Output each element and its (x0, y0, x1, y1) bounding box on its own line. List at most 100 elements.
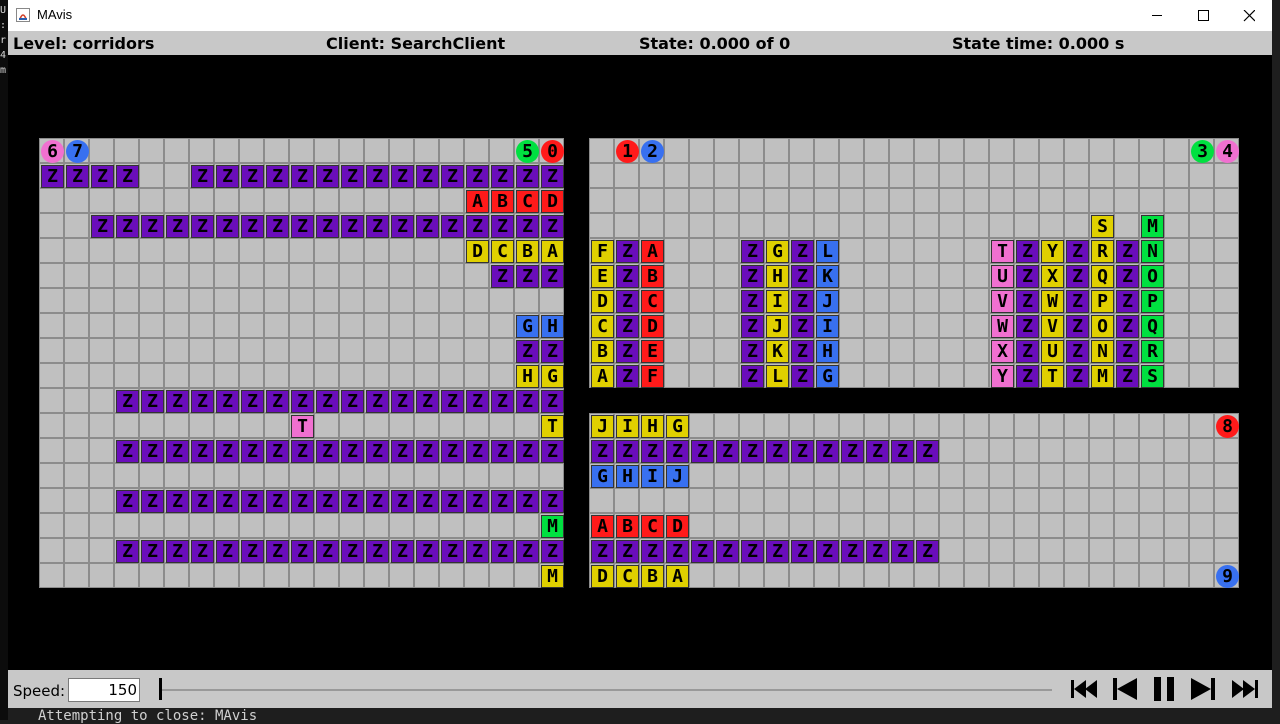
floor-cell (689, 488, 714, 513)
box-z: Z (366, 215, 389, 238)
floor-cell (964, 538, 989, 563)
step-forward-button[interactable] (1188, 674, 1222, 704)
maximize-button[interactable] (1180, 0, 1226, 31)
floor-cell: Z (264, 213, 289, 238)
speed-input[interactable]: 150 (68, 678, 140, 702)
skip-to-start-button[interactable] (1068, 674, 1102, 704)
floor-cell: Z (739, 338, 764, 363)
floor-cell (514, 513, 539, 538)
floor-cell (189, 363, 214, 388)
floor-cell (214, 288, 239, 313)
floor-cell (264, 513, 289, 538)
floor-cell: Z (314, 163, 339, 188)
floor-cell (139, 238, 164, 263)
floor-cell (464, 513, 489, 538)
title-bar[interactable]: MAvis (8, 0, 1272, 31)
floor-cell (789, 563, 814, 588)
floor-cell (1089, 138, 1114, 163)
floor-cell (1164, 238, 1189, 263)
floor-cell (889, 338, 914, 363)
floor-cell (364, 238, 389, 263)
box-h: H (541, 315, 564, 338)
floor-cell (939, 213, 964, 238)
floor-cell (889, 363, 914, 388)
floor-cell (214, 338, 239, 363)
floor-cell (1214, 313, 1239, 338)
floor-cell (1089, 413, 1114, 438)
wall-cell (564, 163, 589, 188)
floor-cell (439, 363, 464, 388)
floor-cell: Z (739, 438, 764, 463)
box-b: B (641, 565, 664, 588)
box-z: Z (741, 315, 764, 338)
pause-button[interactable] (1148, 674, 1182, 704)
box-z: Z (1066, 290, 1089, 313)
floor-cell (289, 338, 314, 363)
box-z: Z (741, 290, 764, 313)
box-i: I (766, 290, 789, 313)
minimize-button[interactable] (1134, 0, 1180, 31)
floor-cell (814, 488, 839, 513)
box-z: Z (341, 390, 364, 413)
floor-cell: Z (414, 163, 439, 188)
floor-cell (264, 463, 289, 488)
floor-cell (64, 438, 89, 463)
box-z: Z (141, 540, 164, 563)
floor-cell (1164, 138, 1189, 163)
floor-cell (939, 238, 964, 263)
floor-cell (664, 288, 689, 313)
floor-cell (664, 138, 689, 163)
floor-cell: Z (189, 213, 214, 238)
floor-cell (239, 188, 264, 213)
floor-cell (339, 288, 364, 313)
floor-cell (1214, 263, 1239, 288)
floor-cell (364, 338, 389, 363)
floor-cell (764, 213, 789, 238)
floor-cell: Z (1064, 363, 1089, 388)
floor-cell: T (1039, 363, 1064, 388)
floor-cell (989, 513, 1014, 538)
console-output: Attempting to close: MAvis (38, 708, 258, 724)
skip-to-end-button[interactable] (1230, 674, 1264, 704)
floor-cell (1039, 438, 1064, 463)
floor-cell (89, 188, 114, 213)
close-button[interactable] (1226, 0, 1272, 31)
box-z: Z (541, 165, 564, 188)
timeline-slider[interactable] (160, 689, 1052, 691)
floor-cell (1114, 488, 1139, 513)
timeline-slider-thumb[interactable] (159, 678, 162, 700)
floor-cell (414, 513, 439, 538)
box-v: V (991, 290, 1014, 313)
floor-cell (414, 138, 439, 163)
floor-cell: Z (489, 538, 514, 563)
floor-cell (764, 413, 789, 438)
floor-cell (39, 438, 64, 463)
floor-cell: Q (1089, 263, 1114, 288)
box-z: Z (1066, 240, 1089, 263)
floor-cell (739, 463, 764, 488)
floor-cell: Z (64, 163, 89, 188)
floor-cell (1214, 163, 1239, 188)
floor-cell: Z (1114, 288, 1139, 313)
floor-cell: Z (214, 388, 239, 413)
floor-cell (339, 513, 364, 538)
floor-cell (714, 238, 739, 263)
floor-cell: Z (864, 438, 889, 463)
floor-cell: Z (189, 163, 214, 188)
box-g: G (766, 240, 789, 263)
step-back-button[interactable] (1108, 674, 1142, 704)
floor-cell (864, 263, 889, 288)
floor-cell (714, 563, 739, 588)
floor-cell (164, 513, 189, 538)
box-z: Z (1016, 365, 1039, 388)
floor-cell (1039, 188, 1064, 213)
box-z: Z (191, 390, 214, 413)
floor-cell: Z (814, 538, 839, 563)
floor-cell (239, 288, 264, 313)
floor-cell (314, 188, 339, 213)
box-c: C (616, 565, 639, 588)
floor-cell: Z (889, 538, 914, 563)
floor-cell (864, 188, 889, 213)
box-z: Z (291, 215, 314, 238)
floor-cell: Z (1014, 338, 1039, 363)
